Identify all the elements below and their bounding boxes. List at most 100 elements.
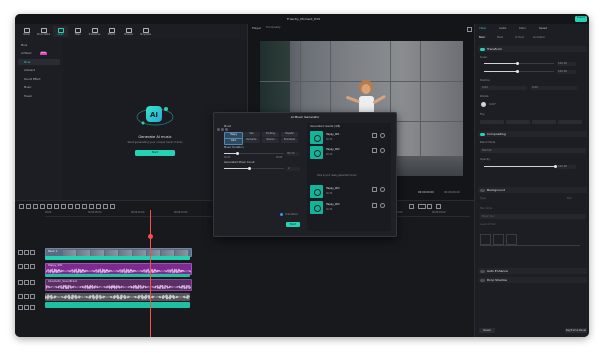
blur-preset-low[interactable] bbox=[480, 234, 491, 245]
rotate-right-button[interactable] bbox=[558, 120, 582, 124]
snapshot-icon[interactable] bbox=[467, 27, 472, 32]
mood-option-romantic[interactable]: Romantic bbox=[243, 138, 260, 143]
generated-track[interactable]: Happy_002 00:30 bbox=[310, 146, 388, 159]
lock-icon[interactable] bbox=[24, 305, 29, 310]
zoom-in-icon[interactable] bbox=[427, 203, 432, 209]
audio-clip-grey[interactable] bbox=[45, 293, 190, 301]
quality-select[interactable]: Full Quality bbox=[266, 27, 281, 30]
scale-x-slider[interactable] bbox=[484, 61, 554, 65]
playhead[interactable] bbox=[150, 210, 151, 337]
rotate-dial[interactable] bbox=[481, 102, 486, 107]
select-icon[interactable] bbox=[19, 203, 24, 209]
count-slider[interactable] bbox=[224, 166, 284, 170]
nav-item-mine[interactable]: Mine bbox=[18, 59, 60, 65]
blur-style-select[interactable]: Basic blur bbox=[480, 214, 586, 219]
track-type-icon[interactable] bbox=[18, 305, 23, 310]
tab-speed[interactable]: Speed bbox=[539, 27, 547, 30]
dialog-close-icon[interactable] bbox=[217, 128, 220, 131]
nav-item-ambient[interactable]: Ambient bbox=[18, 68, 60, 74]
opacity-field[interactable]: 100.00 bbox=[557, 164, 576, 169]
keyframe-icon[interactable] bbox=[89, 203, 94, 209]
scale-y-slider[interactable] bbox=[484, 69, 554, 73]
nav-item-music[interactable]: Music bbox=[18, 85, 60, 91]
color-icon[interactable] bbox=[68, 203, 73, 209]
split-icon[interactable] bbox=[47, 203, 52, 209]
unlimited-checkbox[interactable] bbox=[280, 213, 283, 216]
title-clip[interactable] bbox=[45, 256, 190, 260]
zoom-out-icon[interactable] bbox=[409, 203, 414, 209]
start-generate-button[interactable]: Start bbox=[135, 150, 175, 156]
type-value[interactable]: Blur bbox=[567, 197, 572, 201]
eye-icon[interactable] bbox=[30, 280, 35, 285]
toolbar-item-audio[interactable]: Audio bbox=[53, 26, 68, 37]
add-to-timeline-icon[interactable] bbox=[372, 203, 377, 208]
blur-preset-mid[interactable] bbox=[493, 234, 504, 245]
track-type-icon[interactable] bbox=[18, 294, 23, 299]
auto-enhance-section[interactable]: Auto Enhance bbox=[478, 268, 587, 274]
ai-icon-icon[interactable] bbox=[110, 203, 115, 209]
background-section[interactable]: Background bbox=[478, 187, 587, 193]
count-field[interactable]: 2 bbox=[286, 166, 300, 171]
mask-icon[interactable] bbox=[82, 203, 87, 209]
more-options-icon[interactable] bbox=[380, 148, 385, 153]
toolbar-item-media[interactable]: Media bbox=[19, 26, 34, 37]
position-y-field[interactable]: 0.00 bbox=[530, 86, 577, 90]
drop-shadow-section[interactable]: Drop Shadow bbox=[478, 277, 587, 283]
toolbar-item-stock-media[interactable]: Stock Media bbox=[36, 26, 51, 37]
flip-vertical-button[interactable] bbox=[506, 120, 530, 124]
rotate-value[interactable]: 0.00° bbox=[489, 103, 496, 107]
nav-item-mine[interactable]: Mine bbox=[18, 42, 60, 48]
duration-field[interactable]: 00:30 bbox=[286, 151, 299, 156]
zoom-slider-icon[interactable] bbox=[418, 203, 426, 209]
generated-track[interactable]: Happy_001 00:30 bbox=[310, 131, 388, 144]
add-to-timeline-icon[interactable] bbox=[372, 133, 377, 138]
mood-option-sad[interactable]: Sad bbox=[243, 132, 260, 137]
audio-clip-cinematic[interactable]: Cinematic_Soundtrack bbox=[45, 279, 192, 291]
nav-item-sound-effect[interactable]: Sound Effect bbox=[18, 76, 60, 82]
mood-option-tension[interactable]: Tension bbox=[262, 138, 279, 143]
nav-item-travel[interactable]: Travel bbox=[18, 93, 60, 99]
toggle-off-icon[interactable] bbox=[480, 188, 485, 192]
music-clip-teal[interactable] bbox=[45, 274, 190, 277]
toggle-off-icon[interactable] bbox=[480, 278, 485, 282]
audio-clip-teal-2[interactable] bbox=[45, 302, 190, 308]
rotate-left-button[interactable] bbox=[532, 120, 556, 124]
position-x-field[interactable]: 0.00 bbox=[480, 86, 527, 90]
generated-track[interactable]: Happy_003 00:30 bbox=[310, 185, 388, 198]
crop-icon[interactable] bbox=[54, 203, 59, 209]
lock-icon[interactable] bbox=[24, 250, 29, 255]
generate-button[interactable]: Start bbox=[286, 222, 300, 227]
track-type-icon[interactable] bbox=[18, 280, 23, 285]
speed-icon[interactable] bbox=[61, 203, 66, 209]
track-type-icon[interactable] bbox=[18, 250, 23, 255]
toggle-on-icon[interactable] bbox=[480, 47, 485, 51]
opacity-slider[interactable] bbox=[484, 164, 557, 168]
add-to-timeline-icon[interactable] bbox=[372, 148, 377, 153]
lock-icon[interactable] bbox=[24, 294, 29, 299]
more-options-icon[interactable] bbox=[380, 187, 385, 192]
tab-audio[interactable]: Audio bbox=[499, 27, 506, 30]
delete-icon[interactable] bbox=[40, 203, 45, 209]
audio-icon[interactable] bbox=[75, 203, 80, 209]
toggle-on-icon[interactable] bbox=[480, 132, 485, 136]
blur-level-slider[interactable] bbox=[480, 245, 580, 246]
eye-icon[interactable] bbox=[30, 305, 35, 310]
export-button[interactable]: Export bbox=[575, 15, 587, 22]
marker-icon[interactable] bbox=[96, 203, 101, 209]
track-type-icon[interactable] bbox=[18, 264, 23, 269]
tab-video[interactable]: Video bbox=[479, 27, 486, 30]
toolbar-item-transitions[interactable]: Transitions bbox=[87, 26, 102, 37]
nav-item-ai-music[interactable]: AI Music NEW bbox=[18, 51, 60, 57]
fit-icon[interactable] bbox=[436, 203, 441, 209]
tab-color[interactable]: Color bbox=[519, 27, 526, 30]
toolbar-item-templates[interactable]: Templates bbox=[138, 26, 153, 37]
redo-icon[interactable] bbox=[33, 203, 38, 209]
mood-option-hopeful[interactable]: Hopeful bbox=[281, 132, 298, 137]
more-options-icon[interactable] bbox=[380, 133, 385, 138]
eye-icon[interactable] bbox=[30, 294, 35, 299]
lock-icon[interactable] bbox=[24, 280, 29, 285]
mood-option-exciting[interactable]: Exciting bbox=[262, 132, 279, 137]
mood-option-calm[interactable]: Calm bbox=[224, 138, 243, 145]
keyframe-panel-button[interactable]: Keyframe Panel bbox=[565, 328, 587, 333]
playhead-handle[interactable] bbox=[148, 234, 153, 239]
